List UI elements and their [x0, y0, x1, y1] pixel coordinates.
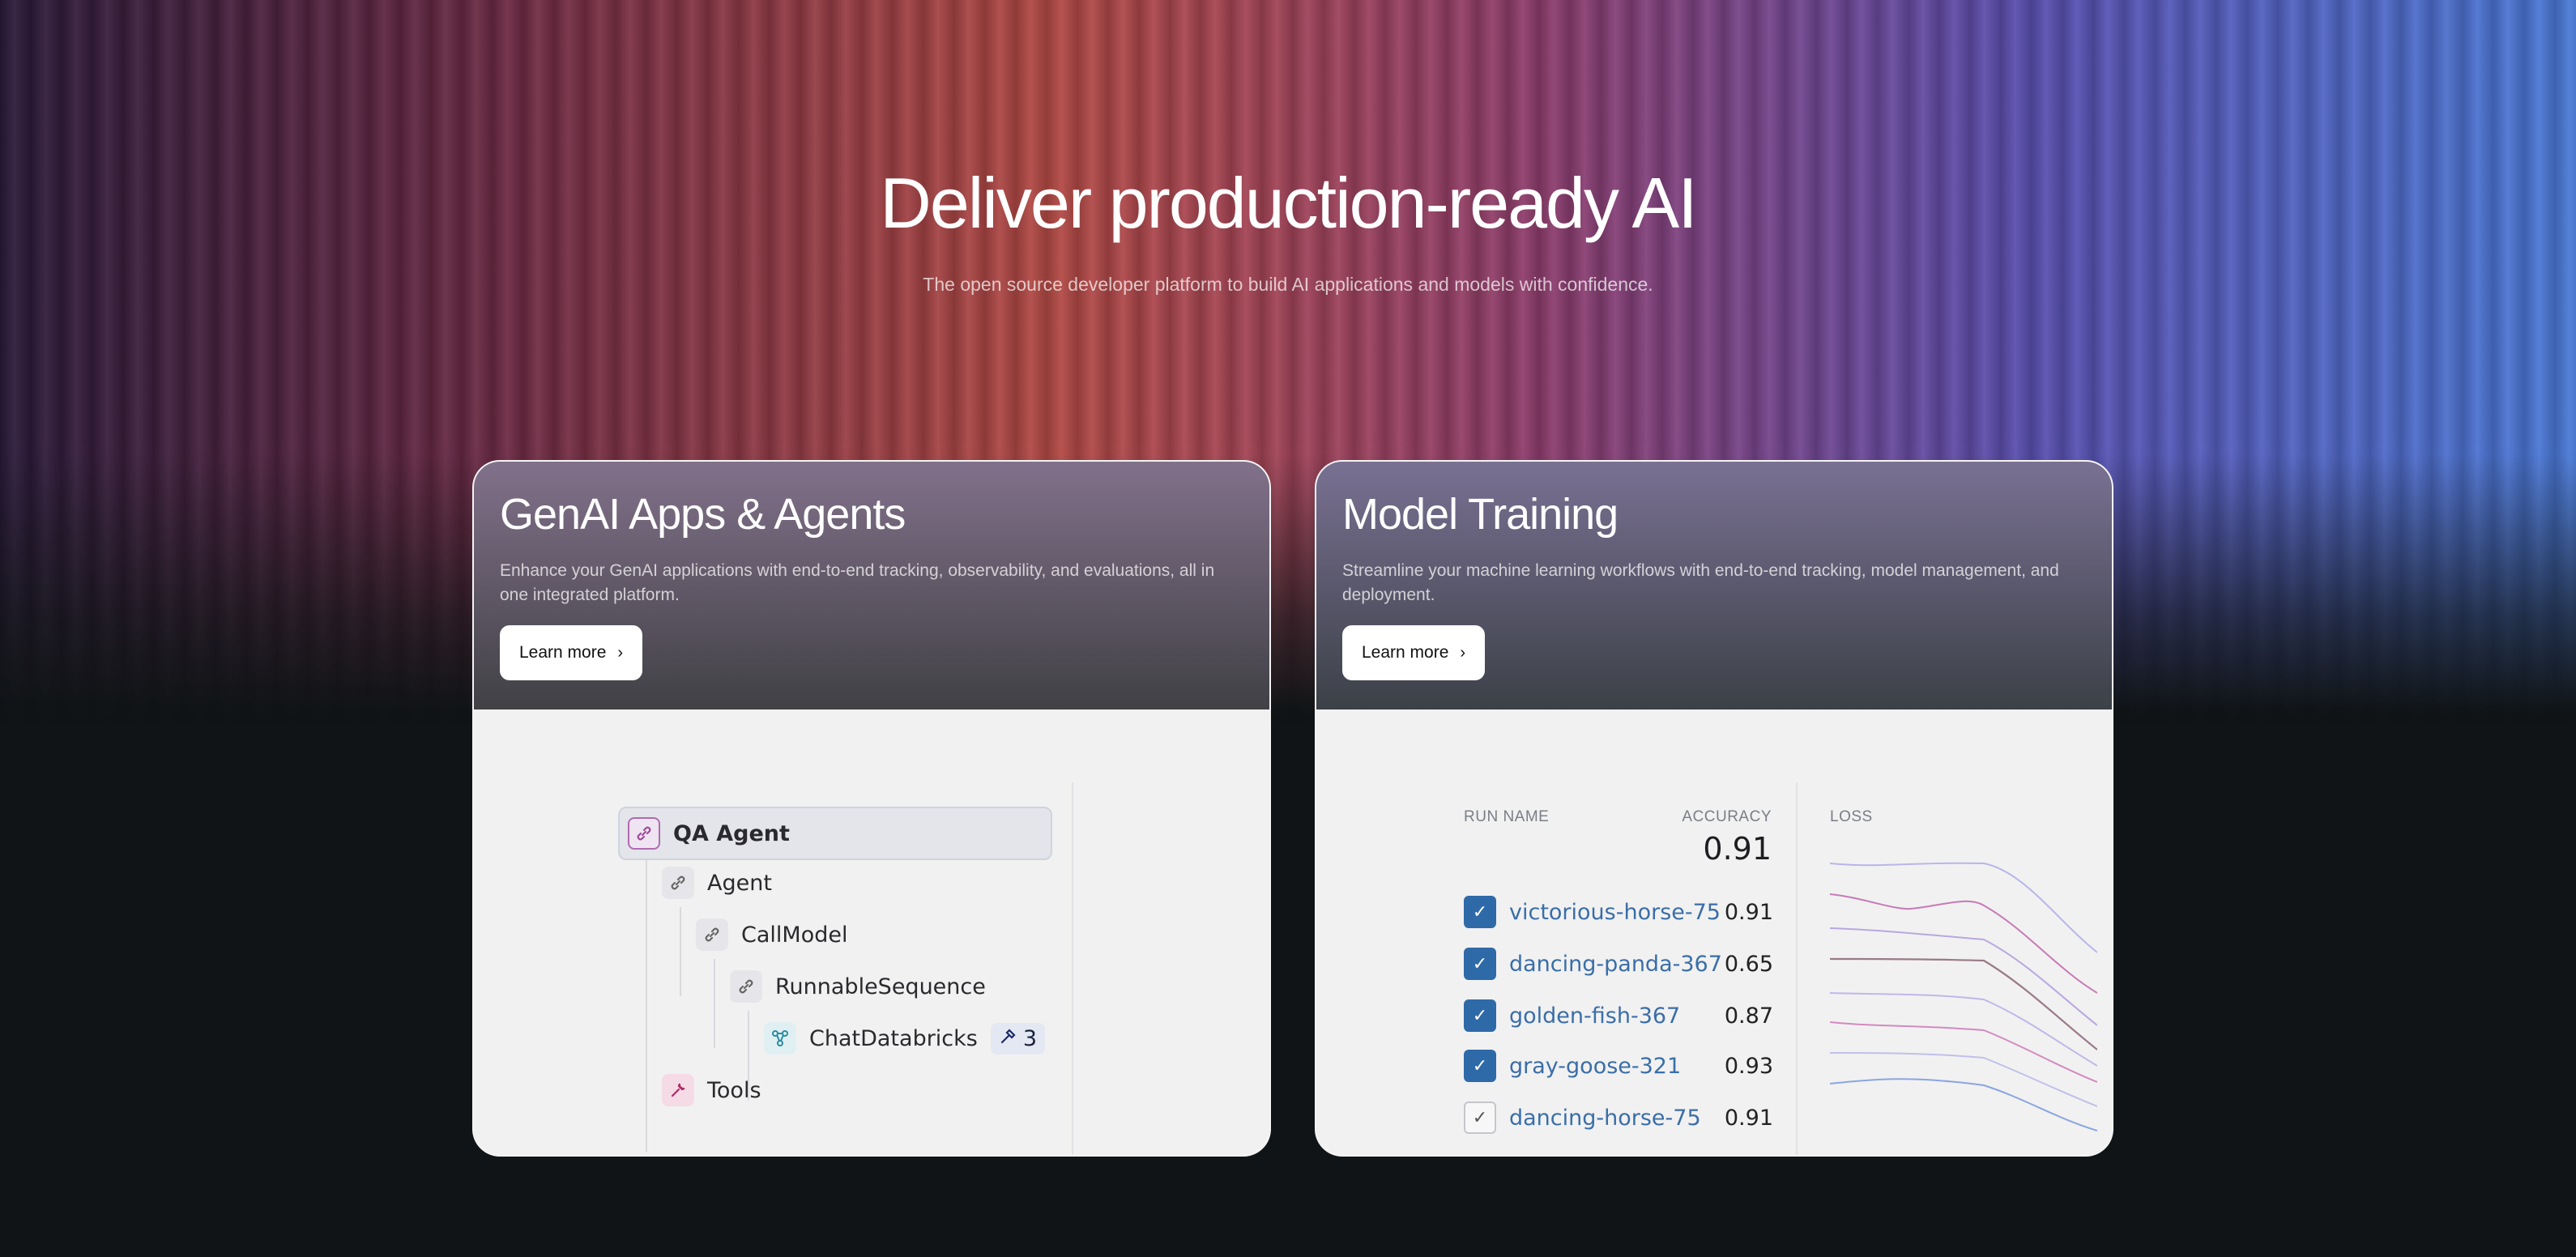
model-training-card: Model Training Streamline your machine l… [1315, 460, 2113, 1157]
table-header: RUN NAME ACCURACY [1439, 808, 1796, 826]
hero: Deliver production-ready AI The open sou… [0, 162, 2576, 296]
node-label: Agent [707, 870, 772, 896]
run-name-link[interactable]: dancing-panda-367 [1509, 952, 1725, 977]
loss-line [1830, 957, 2097, 1050]
tree-node[interactable]: CallModel [696, 918, 847, 951]
loss-line [1830, 1078, 2097, 1131]
runs-preview: RUN NAME ACCURACY 0.91 ✓ victorious-hors… [1316, 709, 2112, 1155]
loss-sparklines [1830, 862, 2097, 1131]
node-label: Tools [707, 1077, 761, 1103]
tree-connector [714, 959, 715, 1048]
table-row[interactable]: ✓ golden-fish-367 0.87 [1464, 998, 1773, 1033]
run-accuracy: 0.87 [1724, 1003, 1773, 1029]
card-title: Model Training [1342, 490, 1619, 539]
table-row[interactable]: ✓ victorious-horse-75 0.91 [1464, 894, 1773, 930]
tree-connector [680, 907, 681, 996]
run-accuracy: 0.91 [1724, 1105, 1773, 1131]
runs-table: RUN NAME ACCURACY 0.91 ✓ victorious-hors… [1439, 784, 1796, 1155]
chevron-right-icon: › [1460, 643, 1466, 662]
node-label: ChatDatabricks [809, 1025, 978, 1051]
tool-count-badge: 3 [990, 1022, 1046, 1055]
divider [1072, 782, 1073, 1155]
best-accuracy: 0.91 [1703, 831, 1772, 867]
run-name-link[interactable]: gray-goose-321 [1509, 1054, 1725, 1079]
tree-node-root[interactable]: QA Agent [618, 807, 1052, 860]
learn-more-button[interactable]: Learn more › [1342, 625, 1486, 680]
genai-card: GenAI Apps & Agents Enhance your GenAI a… [472, 460, 1271, 1157]
hero-title: Deliver production-ready AI [880, 163, 1697, 243]
badge-count: 3 [1022, 1025, 1038, 1051]
run-checkbox[interactable]: ✓ [1464, 1101, 1496, 1134]
tree-connector [646, 860, 647, 1152]
table-row[interactable]: ✓ dancing-panda-367 0.65 [1464, 946, 1773, 982]
tree-node[interactable]: ChatDatabricks 3 [764, 1022, 1046, 1055]
card-description: Streamline your machine learning workflo… [1342, 561, 2059, 604]
button-label: Learn more [519, 643, 607, 662]
learn-more-button[interactable]: Learn more › [500, 625, 643, 680]
model-icon [764, 1022, 796, 1055]
card-title: GenAI Apps & Agents [500, 490, 906, 539]
chevron-right-icon: › [617, 643, 624, 662]
loss-line [1830, 862, 2097, 953]
run-name-link[interactable]: victorious-horse-75 [1509, 900, 1725, 925]
link-icon [628, 817, 660, 850]
tree-node[interactable]: Tools [662, 1074, 761, 1106]
link-icon [662, 867, 694, 899]
hero-stripes [0, 0, 2576, 729]
divider [1796, 782, 1798, 1155]
hammer-icon [999, 1026, 1017, 1051]
loss-line [1830, 1021, 2097, 1083]
run-checkbox[interactable]: ✓ [1464, 1050, 1496, 1082]
run-accuracy: 0.91 [1724, 899, 1773, 925]
column-header: LOSS [1830, 808, 1873, 825]
run-name-link[interactable]: dancing-horse-75 [1509, 1106, 1725, 1131]
column-header: RUN NAME [1464, 808, 1550, 825]
loss-line [1830, 927, 2097, 1026]
node-label: QA Agent [673, 820, 790, 846]
table-row[interactable]: ✓ dancing-horse-75 0.91 [1464, 1100, 1773, 1136]
tree-node[interactable]: RunnableSequence [730, 970, 986, 1003]
run-checkbox[interactable]: ✓ [1464, 948, 1496, 980]
card-header: Model Training Streamline your machine l… [1316, 462, 2112, 709]
run-name-link[interactable]: golden-fish-367 [1509, 1003, 1725, 1029]
hero-subtitle: The open source developer platform to bu… [923, 274, 1653, 295]
run-accuracy: 0.93 [1724, 1053, 1773, 1079]
card-header: GenAI Apps & Agents Enhance your GenAI a… [474, 462, 1269, 709]
link-icon [696, 918, 728, 951]
run-checkbox[interactable]: ✓ [1464, 896, 1496, 928]
card-description: Enhance your GenAI applications with end… [500, 561, 1215, 604]
link-icon [730, 970, 762, 1003]
tool-icon [662, 1074, 694, 1106]
trace-preview: QA Agent Agent CallModel RunnableSequenc… [474, 709, 1269, 1155]
column-header: ACCURACY [1682, 808, 1772, 825]
node-label: CallModel [741, 922, 848, 948]
loss-line [1830, 893, 2097, 994]
run-checkbox[interactable]: ✓ [1464, 999, 1496, 1032]
node-label: RunnableSequence [775, 974, 986, 999]
tree-node[interactable]: Agent [662, 867, 772, 899]
run-accuracy: 0.65 [1724, 951, 1773, 977]
table-row[interactable]: ✓ gray-goose-321 0.93 [1464, 1048, 1773, 1084]
button-label: Learn more [1362, 643, 1449, 662]
